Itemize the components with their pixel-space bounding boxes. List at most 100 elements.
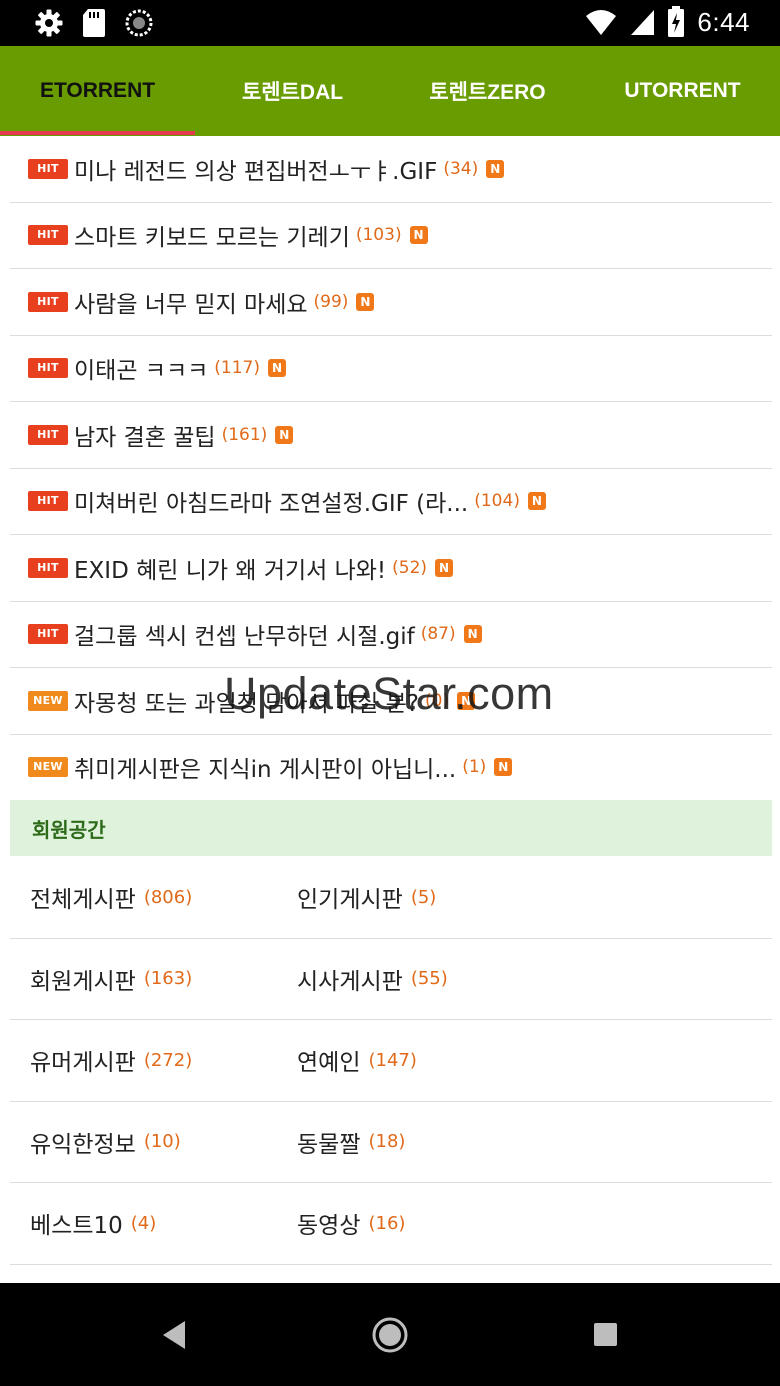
comment-count: (103): [355, 225, 402, 246]
post-title: 미쳐버린 아침드라마 조연설정.GIF (라...: [74, 491, 469, 518]
list-item[interactable]: HIT 스마트 키보드 모르는 기레기 (103) N: [10, 203, 772, 269]
comment-count: (0): [425, 690, 450, 711]
wifi-icon: [586, 10, 617, 35]
list-item[interactable]: HIT 남자 결혼 꿀팁 (161) N: [10, 402, 772, 469]
clock: 6:44: [697, 6, 750, 37]
new-n-icon: N: [268, 359, 286, 378]
board-name: 전체게시판: [30, 887, 136, 914]
hit-badge: HIT: [28, 624, 68, 645]
board-count: (147): [368, 1049, 417, 1071]
comment-count: (161): [221, 424, 268, 445]
board-count: (16): [368, 1212, 406, 1234]
board-row: 유익한정보 (10) 동물짤 (18): [10, 1102, 772, 1183]
gear-icon: [35, 9, 63, 37]
list-item[interactable]: HIT 사람을 너무 믿지 마세요 (99) N: [10, 269, 772, 336]
back-icon[interactable]: [152, 1313, 196, 1357]
board-link[interactable]: 동영상 (16): [277, 1206, 405, 1240]
sd-card-icon: [83, 9, 105, 37]
new-badge: NEW: [28, 757, 68, 778]
comment-count: (52): [392, 557, 428, 578]
post-title: 자몽청 또는 과일청 담아서 파실 분?: [74, 690, 420, 717]
board-link[interactable]: 유머게시판 (272): [10, 1043, 277, 1077]
home-icon[interactable]: [368, 1313, 412, 1357]
tab-etorrent[interactable]: ETORRENT: [0, 46, 195, 136]
board-grid: 전체게시판 (806) 인기게시판 (5) 회원게시판 (163) 시사게시판 …: [10, 857, 772, 1265]
board-link[interactable]: 연예인 (147): [277, 1043, 417, 1077]
new-n-icon: N: [457, 691, 476, 710]
new-n-icon: N: [486, 159, 505, 178]
list-item[interactable]: HIT 걸그룹 섹시 컨셉 난무하던 시절.gif (87) N: [10, 602, 772, 668]
list-item[interactable]: NEW 자몽청 또는 과일청 담아서 파실 분? (0) N: [10, 668, 772, 735]
new-n-icon: N: [275, 425, 294, 444]
post-title: 미나 레전드 의상 편집버전ㅗㅜㅑ.GIF: [74, 158, 438, 185]
board-link[interactable]: 유익한정보 (10): [10, 1125, 277, 1159]
board-row: 전체게시판 (806) 인기게시판 (5): [10, 857, 772, 939]
hit-badge: HIT: [28, 225, 68, 246]
tab-bar: ETORRENT 토렌트DAL 토렌트ZERO UTORRENT: [0, 46, 780, 136]
hit-badge: HIT: [28, 358, 68, 379]
post-title: 걸그룹 섹시 컨셉 난무하던 시절.gif: [74, 624, 415, 651]
new-n-icon: N: [435, 558, 454, 577]
tab-torrentdal[interactable]: 토렌트DAL: [195, 46, 390, 136]
comment-count: (99): [313, 291, 349, 312]
post-title: 취미게시판은 지식in 게시판이 아닙니...: [74, 757, 457, 784]
section-title: 회원공간: [32, 817, 106, 842]
new-badge: NEW: [28, 690, 68, 711]
hit-badge: HIT: [28, 424, 68, 445]
comment-count: (34): [443, 158, 479, 179]
hit-badge: HIT: [28, 158, 68, 179]
battery-charging-icon: [668, 6, 685, 37]
post-title: 스마트 키보드 모르는 기레기: [74, 225, 350, 252]
signal-icon: [631, 10, 655, 35]
board-link[interactable]: 회원게시판 (163): [10, 962, 277, 996]
new-n-icon: N: [494, 758, 513, 777]
sync-icon: [125, 9, 153, 37]
board-name: 동영상: [297, 1213, 361, 1240]
navigation-bar: [0, 1283, 780, 1386]
board-count: (806): [143, 886, 193, 908]
list-item[interactable]: HIT 미쳐버린 아침드라마 조연설정.GIF (라... (104) N: [10, 469, 772, 535]
board-name: 유익한정보: [30, 1131, 136, 1158]
board-name: 동물짤: [297, 1131, 361, 1158]
list-item[interactable]: HIT EXID 혜린 니가 왜 거기서 나와! (52) N: [10, 535, 772, 602]
hit-badge: HIT: [28, 491, 68, 512]
tab-torrentzero[interactable]: 토렌트ZERO: [390, 46, 585, 136]
new-n-icon: N: [463, 625, 482, 644]
post-title: EXID 혜린 니가 왜 거기서 나와!: [74, 557, 387, 584]
board-link[interactable]: 인기게시판 (5): [277, 880, 436, 914]
new-n-icon: N: [356, 292, 375, 311]
board-count: (5): [410, 886, 437, 908]
comment-count: (1): [462, 757, 487, 778]
post-title: 이태곤 ㅋㅋㅋ: [74, 358, 209, 385]
board-link[interactable]: 전체게시판 (806): [10, 880, 277, 914]
board-name: 베스트10: [30, 1213, 123, 1240]
tab-utorrent[interactable]: UTORRENT: [585, 46, 780, 136]
post-title: 남자 결혼 꿀팁: [74, 424, 216, 451]
board-link[interactable]: 베스트10 (4): [10, 1206, 277, 1240]
board-count: (272): [143, 1049, 193, 1071]
board-link[interactable]: 시사게시판 (55): [277, 962, 448, 996]
board-name: 유머게시판: [30, 1050, 136, 1077]
board-name: 연예인: [297, 1050, 361, 1077]
recents-icon[interactable]: [584, 1313, 628, 1357]
board-row: 회원게시판 (163) 시사게시판 (55): [10, 939, 772, 1020]
list-item[interactable]: HIT 미나 레전드 의상 편집버전ㅗㅜㅑ.GIF (34) N: [10, 136, 772, 203]
board-link[interactable]: 동물짤 (18): [277, 1125, 405, 1159]
hit-badge: HIT: [28, 557, 68, 578]
list-item[interactable]: NEW 취미게시판은 지식in 게시판이 아닙니... (1) N: [10, 735, 772, 801]
board-count: (18): [368, 1131, 406, 1153]
board-count: (163): [143, 968, 193, 990]
board-name: 인기게시판: [297, 887, 403, 914]
board-name: 회원게시판: [30, 968, 136, 995]
hit-badge: HIT: [28, 291, 68, 312]
board-count: (55): [410, 968, 448, 990]
list-item[interactable]: HIT 이태곤 ㅋㅋㅋ (117) N: [10, 336, 772, 402]
active-tab-indicator: [0, 131, 195, 135]
hot-post-list: HIT 미나 레전드 의상 편집버전ㅗㅜㅑ.GIF (34) N HIT 스마트…: [10, 136, 772, 801]
board-count: (4): [130, 1212, 157, 1234]
status-bar: 6:44: [0, 0, 780, 46]
board-count: (10): [143, 1131, 181, 1153]
board-row: 베스트10 (4) 동영상 (16): [10, 1183, 772, 1265]
comment-count: (104): [474, 491, 520, 512]
new-n-icon: N: [527, 492, 546, 511]
